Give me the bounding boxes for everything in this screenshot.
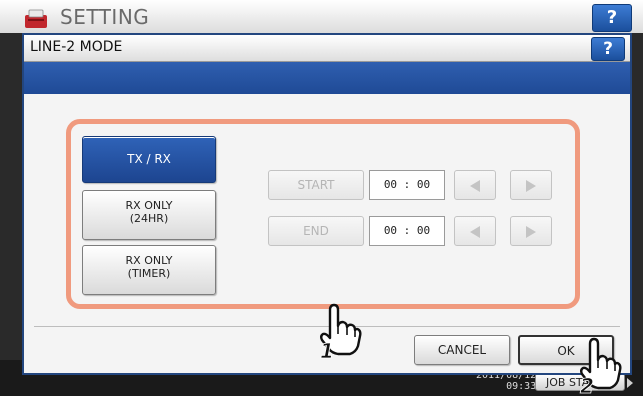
- mode-rx-only-24hr-button[interactable]: RX ONLY (24HR): [82, 190, 216, 240]
- dialog-header-bar: [24, 62, 630, 94]
- mode-rx-only-timer-label: RX ONLY: [125, 254, 173, 267]
- background-left-edge: [0, 33, 22, 378]
- left-arrow-icon: [470, 226, 480, 238]
- mode-tx-rx-label: TX / RX: [127, 152, 171, 166]
- right-arrow-icon: [526, 180, 536, 192]
- setting-logo-icon: [25, 9, 47, 28]
- start-right-arrow-button[interactable]: [510, 170, 552, 200]
- background-title: SETTING: [60, 5, 150, 29]
- cancel-button[interactable]: CANCEL: [414, 335, 510, 365]
- step-1-number: 1: [320, 339, 334, 360]
- mode-rx-only-timer-sub: (TIMER): [127, 267, 171, 280]
- clock-time: 09:33: [506, 381, 537, 392]
- dialog-help-button[interactable]: ?: [591, 37, 625, 61]
- step-2-number: 2: [580, 374, 594, 394]
- mode-rx-only-timer-button[interactable]: RX ONLY (TIMER): [82, 245, 216, 295]
- start-left-arrow-button[interactable]: [454, 170, 496, 200]
- end-time-field[interactable]: 00 : 00: [369, 216, 445, 246]
- pointing-hand-icon: 1: [320, 303, 362, 360]
- dialog-title: LINE-2 MODE: [30, 39, 123, 55]
- start-button[interactable]: START: [268, 170, 364, 200]
- right-arrow-icon: [526, 226, 536, 238]
- mode-rx-only-24hr-label: RX ONLY: [125, 199, 173, 212]
- job-status-arrow-icon: [627, 378, 633, 388]
- mode-rx-only-24hr-sub: (24HR): [129, 212, 169, 225]
- end-button[interactable]: END: [268, 216, 364, 246]
- mode-tx-rx-button[interactable]: TX / RX: [82, 136, 216, 183]
- dialog-title-bar: LINE-2 MODE ?: [24, 35, 630, 62]
- left-arrow-icon: [470, 180, 480, 192]
- start-time-field[interactable]: 00 : 00: [369, 170, 445, 200]
- background-right-edge: [632, 33, 643, 378]
- pointing-hand-icon: 2: [580, 337, 622, 394]
- end-left-arrow-button[interactable]: [454, 216, 496, 246]
- background-help-button[interactable]: ?: [592, 4, 632, 32]
- end-right-arrow-button[interactable]: [510, 216, 552, 246]
